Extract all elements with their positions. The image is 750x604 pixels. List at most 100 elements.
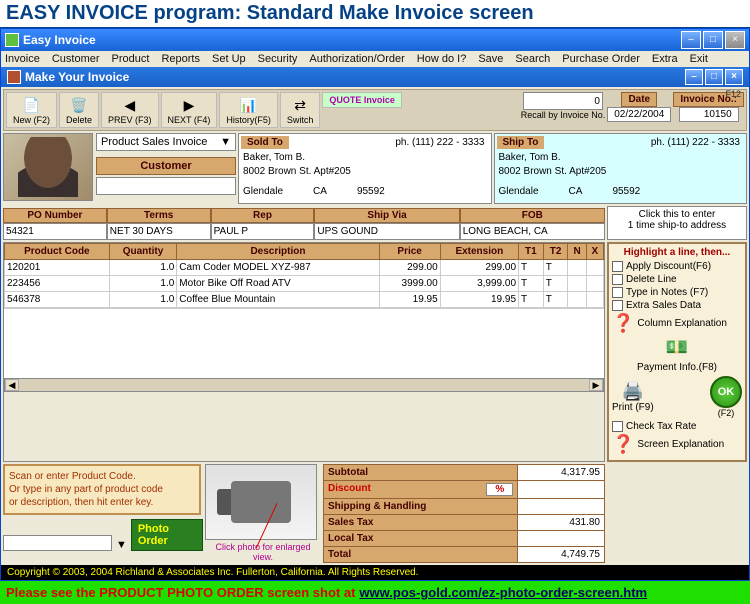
delete-line-check[interactable] [612,274,623,285]
col-header: T2 [543,244,568,260]
menu-reports[interactable]: Reports [161,53,200,65]
menu-set-up[interactable]: Set Up [212,53,246,65]
col-header: Price [379,244,440,260]
totals-grid: Subtotal4,317.95 Discount % Shipping & H… [323,464,605,563]
fob-value[interactable]: LONG BEACH, CA [460,223,605,240]
scroll-left-icon[interactable]: ◀ [5,379,19,391]
ship-to-panel: Ship Toph. (111) 222 - 3333 Baker, Tom B… [494,133,748,204]
invoice-no-value[interactable]: 10150 [679,107,739,122]
printer-icon[interactable]: 🖨️ [622,381,644,402]
extra-data-check[interactable] [612,300,623,311]
menu-purchase-order[interactable]: Purchase Order [562,53,640,65]
discount-value[interactable] [518,481,605,499]
money-icon[interactable]: 💵 [666,337,688,358]
discount-pct-input[interactable]: % [486,483,513,496]
line-item-row[interactable]: 1202011.0Cam Coder MODEL XYZ-987299.0029… [5,260,604,276]
delete-button[interactable]: 🗑️Delete [59,92,99,128]
help-icon-2[interactable]: ❓ [612,434,634,455]
sub-app-icon [7,70,21,84]
footer-link[interactable]: www.pos-gold.com/ez-photo-order-screen.h… [359,585,647,600]
window-title: Easy Invoice [23,33,679,47]
total-value: 4,749.75 [518,547,605,563]
content-area: F12 📄New (F2) 🗑️Delete ◀PREV (F3) ▶NEXT … [1,87,749,565]
col-header: X [586,244,603,260]
date-box: Date 02/22/2004 [607,92,671,122]
photo-order-button[interactable]: Photo Order [131,519,203,551]
ship-to-link[interactable]: Click this to enter 1 time ship-to addre… [607,206,747,240]
app-icon [5,33,19,47]
terms-value[interactable]: NET 30 DAYS [107,223,211,240]
localtax-value [518,531,605,547]
camcorder-icon [231,481,291,523]
switch-button[interactable]: ⇄Switch [280,92,321,128]
copyright-bar: Copyright © 2003, 2004 Richland & Associ… [1,565,749,580]
history-button[interactable]: 📊History(F5) [219,92,278,128]
recall-label: Recall by Invoice No. [521,110,606,120]
menu-customer[interactable]: Customer [52,53,100,65]
next-button[interactable]: ▶NEXT (F4) [161,92,218,128]
sub-close-button[interactable]: × [725,69,743,85]
ok-button[interactable]: OK [710,376,742,408]
invoice-type-select[interactable]: Product Sales Invoice ▼ [96,133,236,151]
rep-value[interactable]: PAUL P [211,223,315,240]
minimize-button[interactable]: – [681,31,701,49]
col-header: Product Code [5,244,110,260]
ship-to-addr: 8002 Brown St. Apt#205 [499,165,743,179]
next-icon: ▶ [178,95,200,115]
maximize-button[interactable]: □ [703,31,723,49]
customer-photo[interactable] [3,133,93,201]
line-item-row[interactable]: 2234561.0Motor Bike Off Road ATV3999.003… [5,276,604,292]
menu-security[interactable]: Security [258,53,298,65]
shipping-value[interactable] [518,499,605,515]
shipvia-value[interactable]: UPS GOUND [314,223,459,240]
help-icon[interactable]: ❓ [612,313,634,334]
toolbar: 📄New (F2) 🗑️Delete ◀PREV (F3) ▶NEXT (F4)… [3,89,747,131]
product-photo[interactable] [205,464,317,540]
menu-bar: Invoice Customer Product Reports Set Up Secur… [1,51,749,67]
line-actions-panel: Highlight a line, then... Apply Discount… [607,242,747,462]
side-title: Highlight a line, then... [612,247,742,258]
menu-how-do-i-[interactable]: How do I? [417,53,467,65]
menu-authorization-order[interactable]: Authorization/Order [309,53,404,65]
customer-input[interactable] [96,177,236,195]
col-header: Extension [440,244,518,260]
recall-input[interactable] [523,92,603,110]
ship-to-phone: ph. (111) 222 - 3333 [544,136,744,149]
po-value[interactable]: 54321 [3,223,107,240]
date-value[interactable]: 02/22/2004 [607,107,671,122]
line-item-row[interactable]: 5463781.0Coffee Blue Mountain19.9519.95T… [5,292,604,308]
line-items-grid: Product CodeQuantityDescriptionPriceExte… [3,242,605,462]
new-button[interactable]: 📄New (F2) [6,92,57,128]
menu-product[interactable]: Product [112,53,150,65]
sold-to-title: Sold To [241,136,289,149]
hint-box: Scan or enter Product Code. Or type in a… [3,464,201,515]
new-icon: 📄 [21,95,43,115]
sub-minimize-button[interactable]: – [685,69,703,85]
notes-check[interactable] [612,287,623,298]
horizontal-scrollbar[interactable]: ◀ ▶ [4,378,604,392]
quote-button[interactable]: QUOTE Invoice [322,92,402,108]
menu-invoice[interactable]: Invoice [5,53,40,65]
apply-discount-check[interactable] [612,261,623,272]
ship-to-title: Ship To [497,136,545,149]
menu-save[interactable]: Save [478,53,503,65]
dropdown-icon[interactable]: ▼ [116,539,127,551]
scroll-right-icon[interactable]: ▶ [589,379,603,391]
ship-to-name: Baker, Tom B. [499,151,743,165]
close-button[interactable]: × [725,31,745,49]
switch-icon: ⇄ [289,95,311,115]
sold-to-phone: ph. (111) 222 - 3333 [289,136,489,149]
product-code-input[interactable] [3,535,112,551]
recall-box: Recall by Invoice No. [521,92,606,120]
prev-button[interactable]: ◀PREV (F3) [101,92,159,128]
chevron-down-icon: ▼ [220,136,231,148]
sub-maximize-button[interactable]: □ [705,69,723,85]
menu-exit[interactable]: Exit [690,53,708,65]
col-header: N [568,244,586,260]
menu-extra[interactable]: Extra [652,53,678,65]
col-header: T1 [519,244,544,260]
sold-to-addr: 8002 Brown St. Apt#205 [243,165,487,179]
check-tax-check[interactable] [612,421,623,432]
menu-search[interactable]: Search [515,53,550,65]
photo-caption: Click photo for enlarged view. [205,542,321,562]
